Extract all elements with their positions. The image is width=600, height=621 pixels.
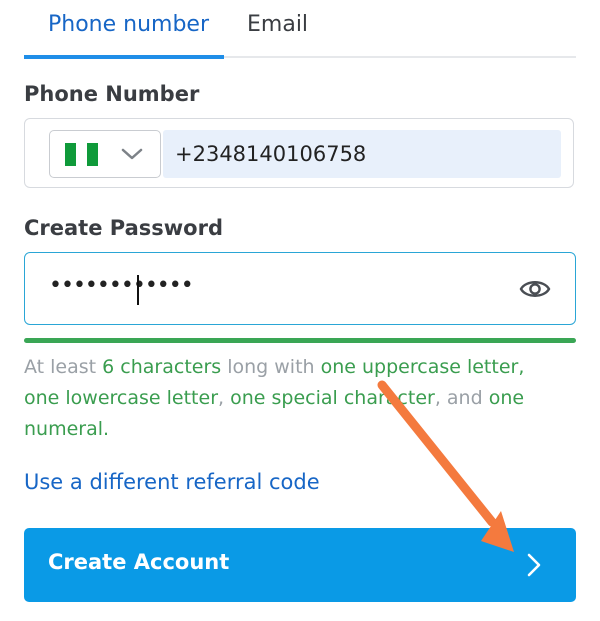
chevron-down-icon: [121, 148, 143, 160]
country-code-select[interactable]: [49, 130, 161, 178]
eye-icon[interactable]: [519, 277, 551, 301]
nigeria-flag-icon: [65, 143, 98, 166]
tab-email[interactable]: Email: [247, 12, 308, 37]
password-input[interactable]: ••••••••••••: [49, 273, 194, 298]
text-caret: [137, 275, 139, 305]
referral-code-link[interactable]: Use a different referral code: [24, 470, 320, 494]
create-account-label: Create Account: [48, 550, 230, 574]
hint-text: , and: [434, 387, 489, 409]
password-strength-bar: [24, 338, 576, 343]
phone-number-label: Phone Number: [24, 82, 200, 106]
hint-text: long with: [221, 356, 321, 378]
password-field[interactable]: ••••••••••••: [24, 252, 576, 325]
tab-phone-number[interactable]: Phone number: [48, 12, 209, 37]
requirement-length: 6 characters: [102, 356, 222, 378]
requirement-lowercase: one lowercase letter: [24, 387, 219, 409]
phone-number-input[interactable]: +2348140106758: [163, 130, 561, 178]
create-account-button[interactable]: Create Account: [24, 528, 576, 602]
hint-text: ,: [518, 356, 525, 378]
hint-text: .: [103, 418, 110, 440]
requirement-uppercase: one uppercase letter: [320, 356, 519, 378]
password-requirements: At least 6 characters long with one uppe…: [24, 352, 576, 445]
hint-text: At least: [24, 356, 103, 378]
phone-number-field: +2348140106758: [24, 118, 574, 188]
hint-text: ,: [218, 387, 231, 409]
requirement-special: one special character: [230, 387, 435, 409]
auth-method-tabs: Phone number Email: [24, 0, 576, 59]
active-tab-indicator: [24, 55, 224, 59]
create-password-label: Create Password: [24, 216, 223, 240]
chevron-right-icon: [527, 553, 541, 577]
